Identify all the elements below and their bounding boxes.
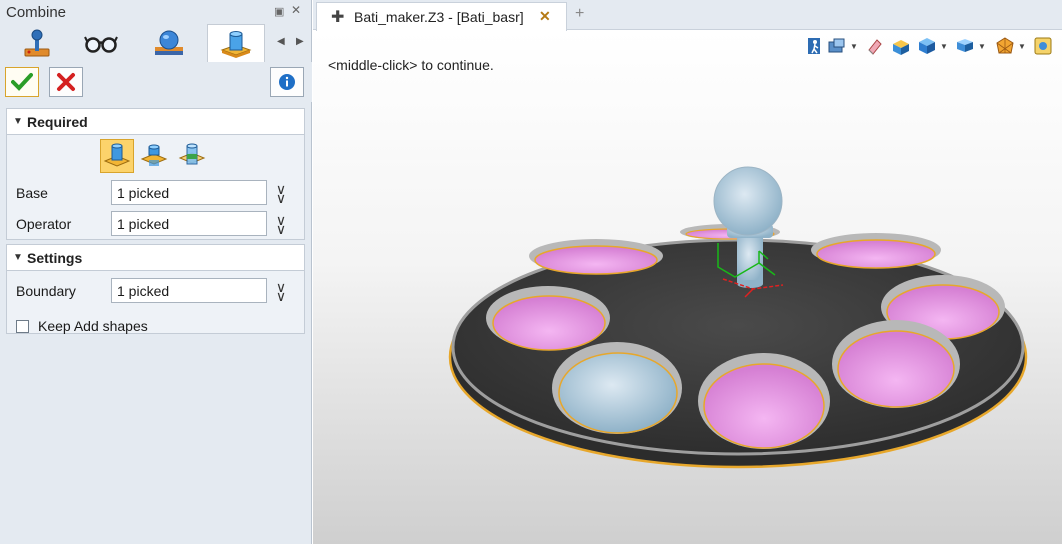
document-tab[interactable]: ✚ Bati_maker.Z3 - [Bati_basr] ✕ — [316, 2, 567, 31]
base-field[interactable]: 1 picked — [111, 180, 267, 205]
cavity[interactable] — [811, 233, 941, 269]
cavity[interactable] — [832, 320, 960, 408]
cavity[interactable] — [698, 353, 830, 449]
chevron-double-down-icon[interactable]: ∨ ∨ — [273, 280, 289, 303]
combine-add-icon — [103, 143, 131, 167]
combine-add-button[interactable] — [100, 139, 134, 173]
collapse-arrow-icon: ▼ — [13, 252, 23, 263]
boundary-field[interactable]: 1 picked — [111, 278, 267, 303]
keep-add-shapes-checkbox[interactable] — [16, 320, 29, 333]
glasses-icon[interactable] — [72, 24, 130, 62]
combine-intersect-icon — [178, 143, 206, 165]
sphere-on-plate-icon[interactable] — [140, 24, 198, 62]
collapse-arrow-icon: ▼ — [13, 116, 23, 127]
panel-header: Combine ▣ ✕ — [0, 0, 312, 24]
info-icon — [279, 74, 295, 90]
plus-icon: ✚ — [331, 9, 345, 26]
check-icon — [11, 73, 33, 91]
new-tab-icon[interactable]: + — [575, 5, 584, 23]
settings-section: ▼ Settings Boundary 1 picked ∨ ∨ Keep Add… — [6, 244, 305, 334]
base-label: Base — [16, 185, 48, 201]
chevron-double-down-icon[interactable]: ∨ ∨ — [273, 182, 289, 205]
cancel-button[interactable] — [49, 67, 83, 97]
model-render — [448, 166, 1028, 469]
required-section: ▼ Required Base 1 picked ∨ ∨ Operator 1 … — [6, 108, 305, 240]
action-row — [0, 62, 312, 102]
joystick-icon[interactable] — [8, 24, 66, 62]
close-icon[interactable]: ✕ — [291, 3, 301, 17]
combine-remove-icon — [140, 144, 168, 166]
pin-icon[interactable]: ▣ — [274, 5, 284, 18]
cavity[interactable] — [486, 286, 610, 351]
settings-header[interactable]: ▼ Settings — [7, 245, 304, 271]
panel-title: Combine — [6, 4, 67, 21]
combine-remove-button[interactable] — [137, 139, 171, 173]
close-tab-icon[interactable]: ✕ — [539, 8, 551, 25]
operator-field[interactable]: 1 picked — [111, 211, 267, 236]
keep-add-shapes-label: Keep Add shapes — [38, 318, 148, 334]
combine-intersect-button[interactable] — [175, 139, 209, 173]
chevron-right-icon[interactable]: ▶ — [296, 36, 304, 47]
3d-viewport[interactable]: <middle-click> to continue. ▼ ▼ ▼ ▼ — [313, 31, 1062, 544]
mode-tabs: ◀ ▶ — [0, 24, 312, 63]
operator-label: Operator — [16, 216, 72, 232]
section-title: Settings — [27, 250, 83, 266]
document-tab-title: Bati_maker.Z3 - [Bati_basr] — [354, 9, 524, 25]
info-button[interactable] — [270, 67, 304, 97]
cross-icon — [57, 73, 75, 91]
document-tab-bar: ✚ Bati_maker.Z3 - [Bati_basr] ✕ + — [313, 0, 1062, 31]
section-title: Required — [27, 114, 88, 130]
boundary-label: Boundary — [16, 283, 76, 299]
ok-button[interactable] — [5, 67, 39, 97]
cavity[interactable] — [529, 239, 663, 275]
combine-shapes-icon[interactable] — [207, 24, 265, 63]
chevron-double-down-icon[interactable]: ∨ ∨ — [273, 213, 289, 236]
required-header[interactable]: ▼ Required — [7, 109, 304, 135]
chevron-left-icon[interactable]: ◀ — [277, 36, 285, 47]
textured-cavity[interactable] — [552, 342, 682, 434]
combine-panel: Combine ▣ ✕ ◀ ▶ ▼ Required Base 1 picked… — [0, 0, 312, 544]
